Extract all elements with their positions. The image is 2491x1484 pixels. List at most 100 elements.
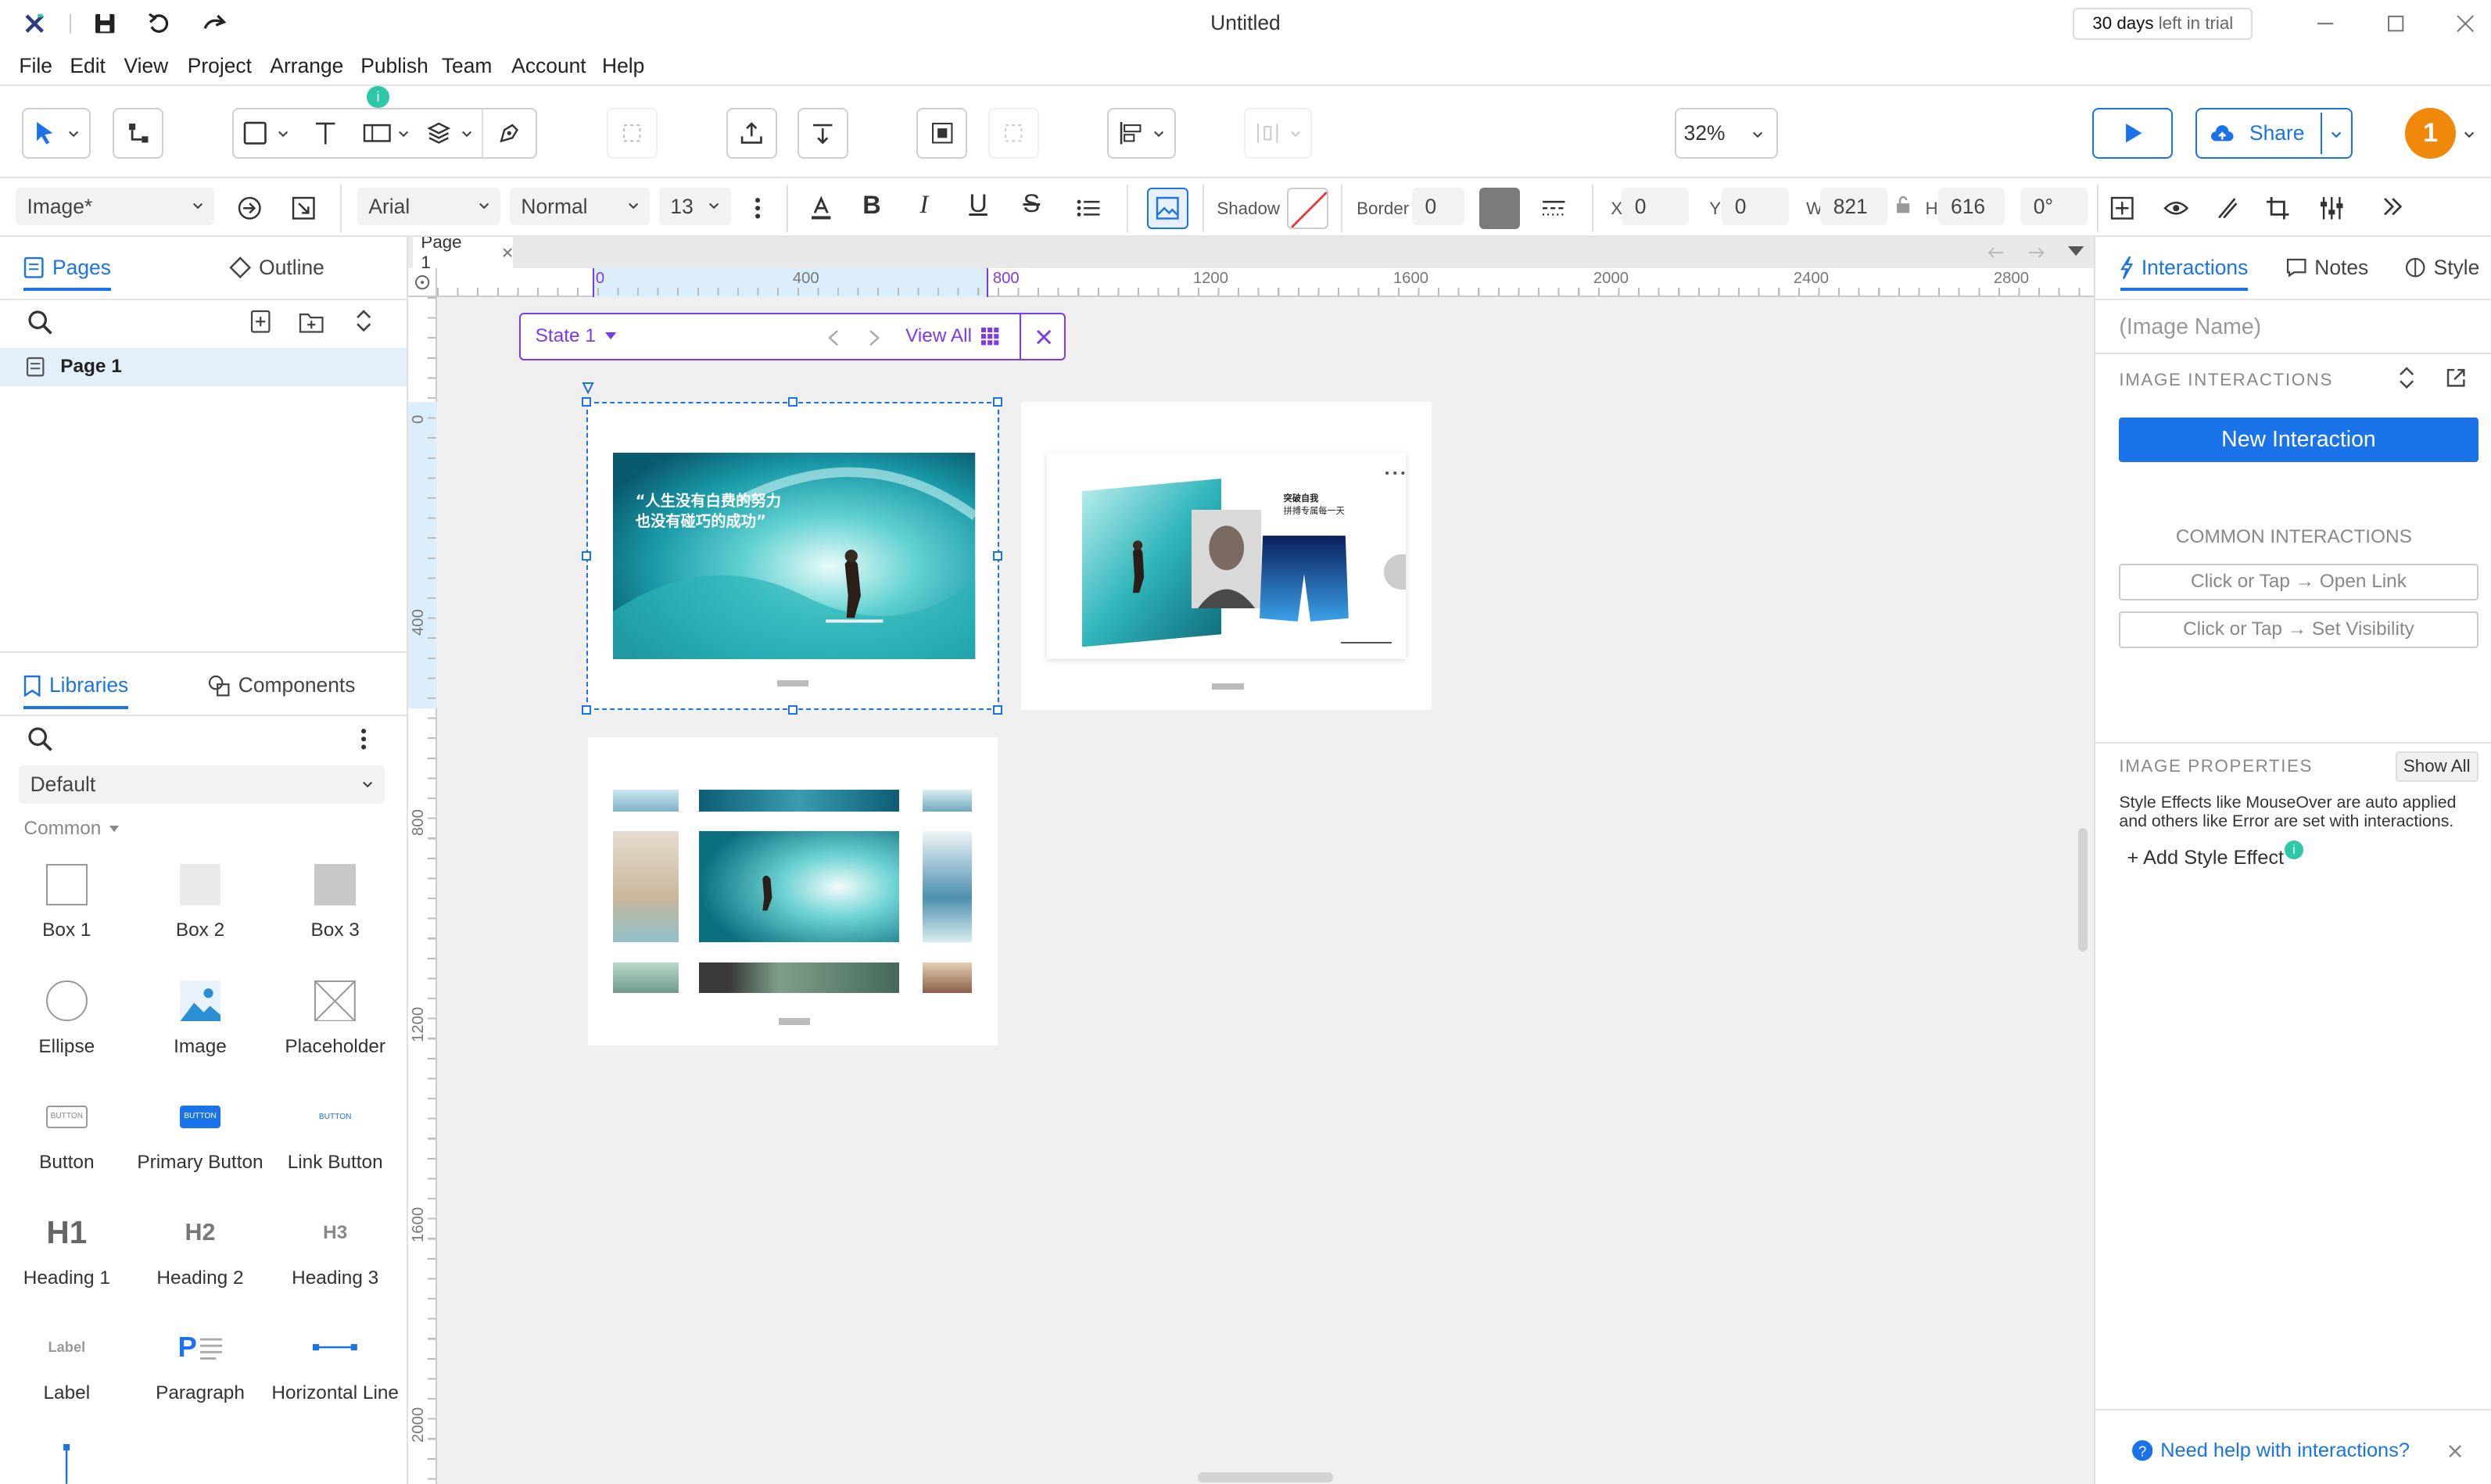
bring-front-button[interactable]	[726, 108, 777, 160]
create-style-icon[interactable]	[237, 195, 263, 221]
dynamic-panel-tool[interactable]: i	[354, 85, 418, 146]
expand-more-icon[interactable]	[2382, 197, 2403, 216]
tab-style[interactable]: Style	[2405, 256, 2479, 280]
image-name-field[interactable]: (Image Name)	[2119, 314, 2261, 340]
resize-handle[interactable]	[992, 551, 1003, 561]
italic-icon[interactable]: I	[919, 191, 928, 220]
font-color-icon[interactable]	[808, 195, 834, 221]
add-style-effect-button[interactable]: + Add Style Effect	[2127, 847, 2285, 869]
tab-components[interactable]: Components	[208, 673, 355, 697]
zoom-select[interactable]: 32%	[1674, 108, 1778, 160]
bold-icon[interactable]: B	[862, 191, 880, 220]
preview-button[interactable]	[2091, 108, 2174, 160]
slide-frame-2[interactable]: 突破自我 拼搏专属每一天	[1021, 402, 1432, 711]
rectangle-tool[interactable]	[234, 120, 297, 146]
shadow-swatch[interactable]	[1286, 187, 1328, 229]
layers-tool[interactable]	[418, 120, 481, 146]
new-interaction-button[interactable]: New Interaction	[2119, 418, 2478, 463]
menu-account[interactable]: Account	[511, 54, 586, 78]
maximize-icon[interactable]	[2386, 14, 2405, 33]
share-button[interactable]: Share	[2195, 108, 2353, 160]
vertical-scrollbar[interactable]	[2077, 827, 2088, 952]
select-tool-button[interactable]	[22, 108, 91, 160]
search-icon[interactable]	[27, 726, 53, 752]
state-select[interactable]: State 1	[536, 325, 617, 347]
distribute-button[interactable]	[1243, 108, 1313, 160]
help-link[interactable]: ? Need help with interactions?	[2131, 1439, 2410, 1462]
font-weight-select[interactable]: Normal	[510, 187, 650, 226]
close-icon[interactable]	[1036, 329, 1052, 345]
tab-pages[interactable]: Pages	[23, 256, 111, 292]
widget-box1[interactable]: Box 1	[0, 850, 134, 941]
crop-icon[interactable]	[2265, 195, 2291, 221]
ruler-corner[interactable]	[408, 268, 437, 297]
menu-help[interactable]: Help	[602, 54, 644, 78]
widget-primary-button[interactable]: BUTTON Primary Button	[134, 1082, 267, 1174]
ruler-vertical[interactable]: 0 400 800 1200 1600 2000	[408, 296, 437, 1484]
adjust-icon[interactable]	[2319, 195, 2345, 221]
widget-heading3[interactable]: H3 Heading 3	[268, 1198, 402, 1289]
menu-edit[interactable]: Edit	[70, 54, 106, 78]
text-tool[interactable]	[297, 120, 354, 146]
resize-handle[interactable]	[581, 551, 591, 561]
widget-placeholder[interactable]: Placeholder	[268, 966, 402, 1057]
font-size-select[interactable]: 13	[659, 187, 731, 226]
x-field[interactable]: 0	[1622, 187, 1689, 226]
connector-tool-button[interactable]	[113, 108, 164, 160]
menu-arrange[interactable]: Arrange	[270, 54, 343, 78]
chevron-right-icon[interactable]	[869, 329, 880, 346]
show-all-button[interactable]: Show All	[2395, 751, 2478, 782]
resize-handle[interactable]	[581, 705, 591, 715]
group-objects-button[interactable]	[916, 108, 968, 160]
arrow-right-icon[interactable]	[2027, 245, 2046, 260]
menu-view[interactable]: View	[124, 54, 168, 78]
tab-interactions[interactable]: Interactions	[2120, 256, 2249, 292]
arrow-left-icon[interactable]	[1986, 245, 2005, 260]
menu-file[interactable]: File	[19, 54, 52, 78]
add-page-icon[interactable]	[249, 310, 271, 333]
widget-horizontal-line[interactable]: Horizontal Line	[268, 1312, 402, 1403]
resize-handle[interactable]	[787, 705, 797, 715]
border-width-field[interactable]: 0	[1412, 187, 1465, 226]
group-button[interactable]	[607, 108, 658, 160]
view-all-button[interactable]: View All	[905, 325, 999, 347]
send-back-button[interactable]	[797, 108, 848, 160]
lock-icon[interactable]	[1895, 195, 1911, 214]
set-visibility-interaction-button[interactable]: Click or Tap → Set Visibility	[2119, 611, 2478, 648]
more-vertical-icon[interactable]	[753, 195, 762, 221]
add-folder-icon[interactable]	[299, 310, 324, 333]
strikethrough-icon[interactable]: S	[1023, 189, 1040, 218]
library-select[interactable]: Default	[19, 765, 385, 805]
page-item[interactable]: Page 1	[0, 347, 407, 386]
avatar[interactable]: 1	[2405, 108, 2457, 160]
bullet-list-icon[interactable]	[1076, 197, 1102, 219]
expand-collapse-icon[interactable]	[2399, 367, 2414, 389]
info-badge[interactable]: i	[367, 85, 389, 109]
pen-tool[interactable]	[481, 109, 536, 158]
slide-frame-3[interactable]	[587, 737, 998, 1045]
add-image-icon[interactable]	[2109, 195, 2135, 221]
tab-libraries[interactable]: Libraries	[23, 673, 128, 710]
height-field[interactable]: 616	[1937, 187, 2005, 226]
widget-box3[interactable]: Box 3	[268, 850, 402, 941]
menu-team[interactable]: Team	[442, 54, 493, 78]
y-field[interactable]: 0	[1722, 187, 1789, 226]
menu-project[interactable]: Project	[188, 54, 252, 78]
resize-handle[interactable]	[992, 396, 1003, 407]
border-style-icon[interactable]	[1541, 197, 1567, 219]
widget-ellipse[interactable]: Ellipse	[0, 966, 134, 1057]
reset-style-icon[interactable]	[291, 195, 317, 221]
close-window-icon[interactable]	[2456, 14, 2475, 33]
rotation-field[interactable]: 0°	[2020, 187, 2088, 226]
open-external-icon[interactable]	[2445, 367, 2467, 389]
resize-handle[interactable]	[992, 705, 1003, 715]
collapse-expand-icon[interactable]	[354, 308, 373, 334]
tab-outline[interactable]: Outline	[228, 256, 324, 280]
horizontal-scrollbar[interactable]	[1197, 1472, 1333, 1482]
info-badge[interactable]: i	[2284, 840, 2304, 860]
page-tab[interactable]: Page 1	[413, 236, 514, 272]
chevron-down-icon[interactable]	[2464, 129, 2475, 140]
underline-icon[interactable]: U	[969, 189, 987, 218]
tab-notes[interactable]: Notes	[2286, 256, 2368, 280]
trial-badge[interactable]: 30 days left in trial	[2073, 8, 2253, 40]
